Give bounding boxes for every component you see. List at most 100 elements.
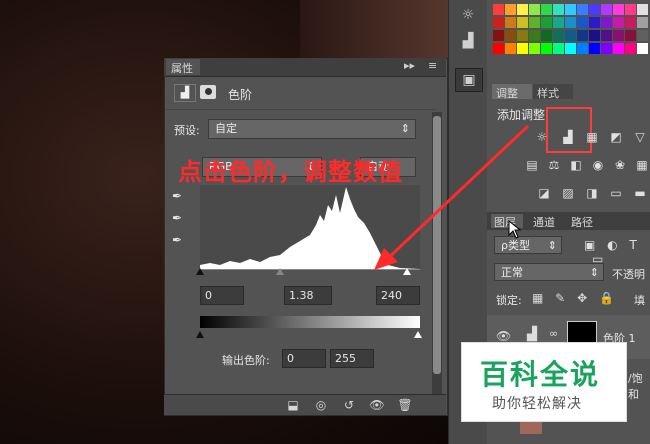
- white-eyedropper-icon[interactable]: ✒: [172, 233, 182, 247]
- color-swatch[interactable]: [613, 30, 624, 41]
- color-swatch[interactable]: [637, 4, 648, 15]
- color-swatch[interactable]: [553, 4, 564, 15]
- levels-icon[interactable]: ▟: [560, 130, 576, 144]
- color-swatch[interactable]: [493, 4, 504, 15]
- output-black-handle[interactable]: [196, 331, 204, 338]
- color-swatch[interactable]: [541, 17, 552, 28]
- tab-styles[interactable]: 样式: [533, 84, 573, 100]
- visibility-icon[interactable]: 👁: [368, 397, 386, 413]
- color-swatch[interactable]: [613, 43, 624, 54]
- levels-dock-icon[interactable]: ▟: [455, 30, 481, 52]
- color-swatch[interactable]: [493, 17, 504, 28]
- color-swatch[interactable]: [553, 43, 564, 54]
- lock-all-icon[interactable]: 🔒: [599, 291, 614, 305]
- color-swatch[interactable]: [529, 4, 540, 15]
- color-swatch[interactable]: [529, 17, 540, 28]
- color-swatch[interactable]: [625, 17, 636, 28]
- input-gamma-field[interactable]: 1.38: [284, 286, 332, 305]
- color-swatch[interactable]: [529, 30, 540, 41]
- black-eyedropper-icon[interactable]: ✒: [172, 189, 182, 203]
- color-swatch[interactable]: [541, 30, 552, 41]
- color-swatch[interactable]: [505, 43, 516, 54]
- color-swatch[interactable]: [553, 30, 564, 41]
- lock-move-icon[interactable]: ✥: [577, 291, 587, 305]
- lookup-icon[interactable]: ▦: [634, 158, 650, 172]
- color-swatch[interactable]: [577, 30, 588, 41]
- color-swatch[interactable]: [517, 43, 528, 54]
- color-swatch[interactable]: [589, 30, 600, 41]
- color-swatch[interactable]: [541, 4, 552, 15]
- collapse-icon[interactable]: ▸▸: [404, 59, 415, 72]
- color-swatch[interactable]: [577, 43, 588, 54]
- color-swatch[interactable]: [613, 17, 624, 28]
- gradient-map-icon[interactable]: ▭: [608, 186, 624, 200]
- color-swatch[interactable]: [565, 4, 576, 15]
- lock-paint-icon[interactable]: ✎: [555, 291, 565, 305]
- output-white-field[interactable]: 255: [330, 349, 374, 368]
- clip-layer-icon[interactable]: ⬓: [284, 397, 302, 413]
- color-swatch[interactable]: [553, 17, 564, 28]
- color-swatch[interactable]: [625, 4, 636, 15]
- color-swatch[interactable]: [529, 43, 540, 54]
- color-swatch[interactable]: [625, 43, 636, 54]
- view-previous-icon[interactable]: ◎: [312, 397, 330, 413]
- curves-icon[interactable]: ▦: [584, 130, 600, 144]
- color-swatch[interactable]: [505, 4, 516, 15]
- bw-icon[interactable]: ◧: [568, 158, 584, 172]
- color-swatch[interactable]: [565, 30, 576, 41]
- tab-adjustments[interactable]: 调整: [492, 84, 532, 100]
- selective-color-icon[interactable]: ▬: [632, 186, 648, 200]
- panel-menu-icon[interactable]: ≡: [428, 59, 437, 72]
- color-swatch[interactable]: [601, 43, 612, 54]
- color-swatch[interactable]: [517, 17, 528, 28]
- lock-transparency-icon[interactable]: ▦: [532, 291, 543, 305]
- eye-icon[interactable]: 👁: [496, 329, 511, 343]
- output-black-field[interactable]: 0: [282, 349, 326, 368]
- input-black-field[interactable]: 0: [200, 286, 244, 305]
- color-swatch[interactable]: [601, 30, 612, 41]
- exposure-icon[interactable]: ◩: [608, 130, 624, 144]
- color-swatch[interactable]: [517, 30, 528, 41]
- color-swatch[interactable]: [541, 43, 552, 54]
- color-swatch[interactable]: [565, 17, 576, 28]
- color-swatch[interactable]: [637, 30, 648, 41]
- trash-icon[interactable]: 🗑: [396, 397, 414, 413]
- color-swatch[interactable]: [505, 17, 516, 28]
- reset-icon[interactable]: ↺: [340, 397, 358, 413]
- mixer-icon[interactable]: ❀: [612, 158, 628, 172]
- color-swatch[interactable]: [589, 4, 600, 15]
- threshold-icon[interactable]: ◨: [584, 186, 600, 200]
- color-swatch[interactable]: [589, 17, 600, 28]
- color-swatch[interactable]: [601, 17, 612, 28]
- color-swatch[interactable]: [601, 4, 612, 15]
- type-filter-icon[interactable]: T: [629, 238, 636, 252]
- color-swatch[interactable]: [565, 43, 576, 54]
- balance-icon[interactable]: ⚖: [546, 158, 562, 172]
- color-swatch[interactable]: [493, 30, 504, 41]
- color-swatch[interactable]: [577, 4, 588, 15]
- color-swatch[interactable]: [493, 43, 504, 54]
- tab-properties[interactable]: 属性: [166, 59, 200, 75]
- gamma-handle[interactable]: [276, 268, 284, 275]
- color-swatch[interactable]: [637, 17, 648, 28]
- color-swatch[interactable]: [625, 30, 636, 41]
- color-swatch[interactable]: [505, 30, 516, 41]
- color-swatch[interactable]: [637, 43, 648, 54]
- black-point-handle[interactable]: [196, 268, 204, 275]
- color-swatch[interactable]: [589, 43, 600, 54]
- image-filter-icon[interactable]: ▣: [584, 238, 595, 252]
- tab-paths[interactable]: 路径: [571, 214, 593, 230]
- color-swatch[interactable]: [517, 4, 528, 15]
- gray-eyedropper-icon[interactable]: ✒: [172, 211, 182, 225]
- output-white-handle[interactable]: [414, 331, 422, 338]
- sun-icon[interactable]: ☼: [455, 4, 481, 26]
- vibrance-icon[interactable]: ▽: [632, 130, 648, 144]
- posterize-icon[interactable]: ▨: [560, 186, 576, 200]
- mask-icon[interactable]: [200, 85, 216, 99]
- color-swatch[interactable]: [613, 4, 624, 15]
- photo-filter-icon[interactable]: ◉: [590, 158, 606, 172]
- input-white-field[interactable]: 240: [376, 286, 420, 305]
- color-swatch[interactable]: [577, 17, 588, 28]
- adjust-filter-icon[interactable]: ◐: [607, 238, 617, 252]
- properties-dock-icon[interactable]: ▣: [455, 68, 483, 92]
